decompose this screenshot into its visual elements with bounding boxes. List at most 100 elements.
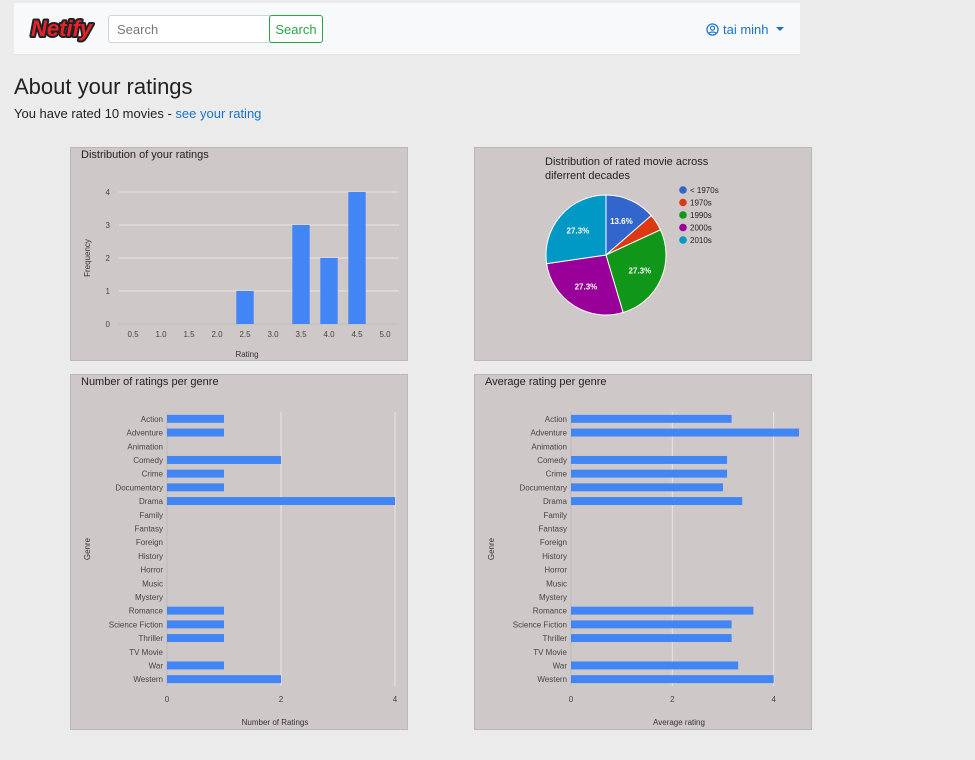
y-tick-label: Music (546, 579, 567, 588)
y-tick-label: War (149, 661, 164, 670)
genre-average-svg: Average rating per genre 0 2 4 Action Adventu… (485, 376, 799, 727)
y-tick-label: 1 (106, 287, 111, 296)
bar (571, 606, 754, 615)
x-tick-label: 4.0 (323, 330, 335, 339)
y-tick-label: Science Fiction (109, 620, 163, 629)
y-tick-label: Crime (546, 470, 568, 479)
y-axis-label: Frequency (83, 239, 92, 277)
x-tick-label: 3.5 (295, 330, 307, 339)
bar (571, 620, 732, 629)
bar (571, 661, 739, 670)
y-tick-label: Family (543, 511, 567, 520)
bar (292, 225, 310, 324)
legend-label: 1970s (690, 199, 712, 208)
y-tick-label: History (138, 552, 163, 561)
bar (167, 469, 224, 478)
bar (571, 469, 728, 478)
search-input[interactable] (108, 15, 280, 43)
chart-title: diferrent decades (545, 170, 630, 182)
bar (167, 634, 224, 643)
netify-logo[interactable]: Netify Netify (28, 12, 98, 44)
y-tick-label: Action (141, 415, 163, 424)
y-tick-label: 4 (106, 188, 111, 197)
x-tick-label: 0 (165, 695, 170, 704)
slice-label: 27.3% (567, 227, 590, 236)
legend-marker (679, 223, 687, 232)
y-tick-label: Comedy (133, 456, 163, 465)
bar (167, 455, 281, 464)
y-tick-label: 2 (106, 254, 111, 263)
navbar: Netify Netify Search tai minh (14, 3, 800, 55)
x-tick-label: 4 (393, 695, 398, 704)
y-tick-label: Adventure (531, 429, 568, 438)
bar (167, 483, 224, 492)
rated-summary: You have rated 10 movies - see your rati… (14, 106, 261, 121)
x-tick-label: 1.5 (183, 330, 195, 339)
y-tick-label: Mystery (539, 593, 567, 602)
y-tick-label: Foreign (540, 538, 567, 547)
y-tick-label: Romance (533, 607, 568, 616)
x-tick-label: 4 (771, 695, 776, 704)
y-tick-label: Thriller (543, 634, 568, 643)
y-tick-label: Western (133, 675, 163, 684)
chart-title: Distribution of rated movie across (545, 156, 709, 168)
y-tick-label: Romance (129, 607, 164, 616)
user-menu-dropdown[interactable]: tai minh (706, 19, 784, 39)
x-tick-label: 2 (279, 695, 284, 704)
search-button[interactable]: Search (269, 15, 323, 43)
bar (167, 414, 224, 423)
x-axis-label: Rating (235, 350, 258, 359)
x-tick-label: 0 (569, 695, 574, 704)
see-your-rating-link[interactable]: see your rating (175, 106, 261, 121)
y-tick-label: Drama (139, 497, 164, 506)
chart-title: Distribution of your ratings (81, 149, 209, 161)
y-tick-label: 0 (106, 320, 111, 329)
legend-label: 1990s (690, 211, 712, 220)
legend-marker (679, 236, 687, 244)
y-tick-label: Western (537, 675, 567, 684)
y-tick-label: Horror (140, 566, 163, 575)
y-tick-label: 3 (106, 221, 111, 230)
bar (571, 497, 743, 506)
decades-pie-chart: Distribution of rated movie across diferr… (474, 147, 812, 361)
rated-count-text: You have rated 10 movies - (14, 106, 176, 121)
y-tick-label: Music (142, 579, 163, 588)
genre-average-chart: Average rating per genre 0 2 4 Action Adventu… (474, 374, 812, 730)
x-tick-label: 4.5 (351, 330, 363, 339)
logo-text: Netify (31, 16, 94, 41)
x-axis-label: Number of Ratings (242, 718, 309, 727)
ratings-distribution-svg: Distribution of your ratings 0 1 2 3 4 0.5 1.0 1… (81, 149, 399, 359)
bar (571, 675, 774, 684)
y-tick-label: Documentary (519, 483, 567, 492)
y-tick-label: Family (139, 511, 163, 520)
x-tick-label: 5.0 (379, 330, 391, 339)
x-axis-label: Average rating (653, 718, 705, 727)
decades-pie-svg: Distribution of rated movie across diferr… (545, 156, 719, 316)
bar (571, 634, 732, 643)
bar (167, 428, 224, 437)
genre-count-svg: Number of ratings per genre 0 2 4 Action Adve… (81, 376, 398, 727)
user-name: tai minh (723, 21, 769, 37)
user-circle-icon (706, 22, 719, 36)
bar (348, 192, 366, 324)
x-tick-label: 2.5 (239, 330, 251, 339)
y-tick-label: TV Movie (533, 648, 567, 657)
y-tick-label: Animation (127, 442, 163, 451)
x-tick-label: 0.5 (127, 330, 139, 339)
y-tick-label: Science Fiction (513, 620, 567, 629)
y-tick-label: Mystery (135, 593, 163, 602)
y-tick-label: Crime (142, 470, 164, 479)
y-axis-label: Genre (83, 537, 92, 560)
slice-label: 27.3% (575, 282, 598, 291)
x-tick-label: 1.0 (155, 330, 167, 339)
y-tick-label: Fantasy (539, 524, 567, 533)
y-tick-label: History (542, 552, 567, 561)
slice-label: 13.6% (610, 217, 633, 226)
y-tick-label: Animation (531, 442, 567, 451)
bar (236, 291, 254, 324)
bar (167, 606, 224, 615)
bar (167, 675, 281, 684)
legend-label: < 1970s (690, 186, 719, 195)
y-tick-label: Horror (544, 566, 567, 575)
ratings-distribution-chart: Distribution of your ratings 0 1 2 3 4 0.5 1.0 1… (70, 147, 408, 361)
